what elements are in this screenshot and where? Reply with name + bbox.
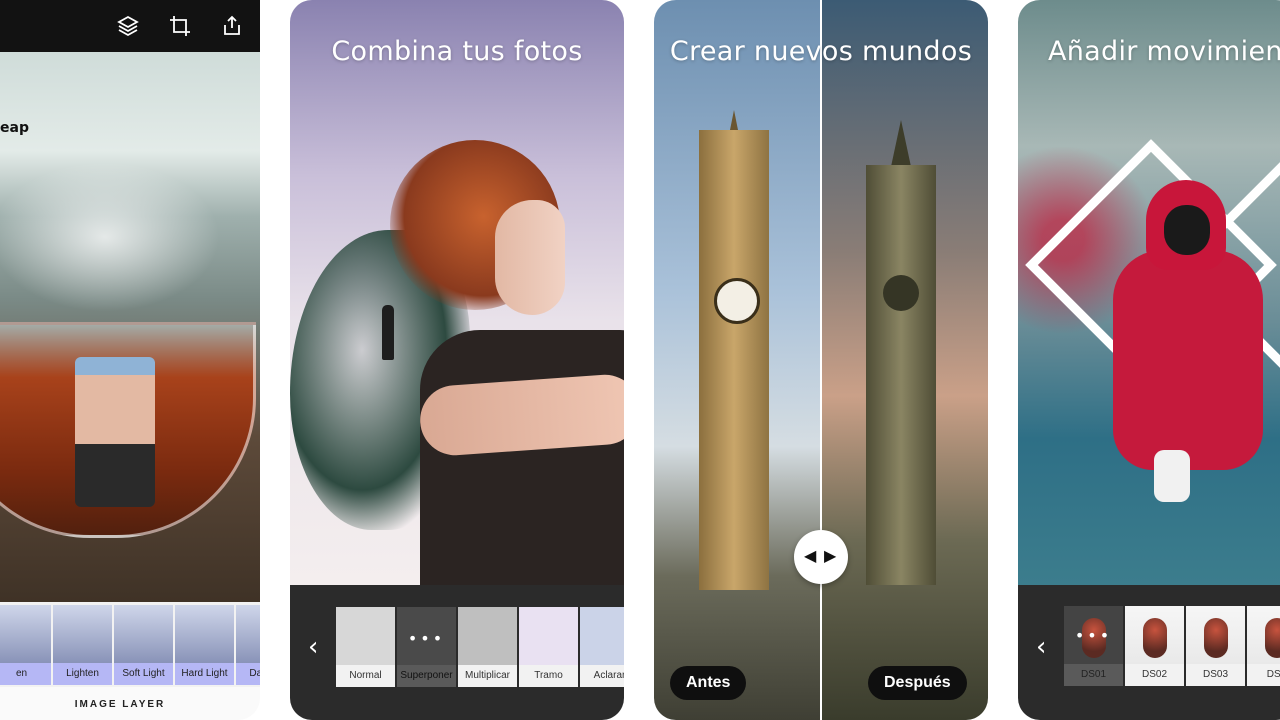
header-text: eap (0, 120, 29, 136)
blend-mode-item[interactable]: Soft Light (114, 605, 173, 685)
photo-canvas[interactable]: eap (0, 52, 260, 602)
screenshot-card-layers: eap en Lighten Soft Light Hard Light Dar… (0, 0, 260, 720)
screenshot-card-before-after: ◀ ▶ Crear nuevos mundos Antes Después (654, 0, 988, 720)
blend-mode-item[interactable]: Normal (336, 607, 395, 687)
before-label: Antes (670, 666, 747, 700)
card-title: Crear nuevos mundos (669, 36, 973, 67)
woman-face-image (495, 200, 565, 315)
clock-face-image (714, 278, 760, 324)
blend-mode-item[interactable]: Darken (236, 605, 260, 685)
image-layer-label: IMAGE LAYER (74, 699, 166, 710)
blend-mode-item[interactable]: Lighten (53, 605, 112, 685)
comparison-divider[interactable] (820, 0, 822, 720)
blend-mode-list: Normal ••• Superponer Multiplicar Tramo A… (336, 607, 624, 687)
effect-item[interactable]: DS03 (1186, 606, 1245, 686)
sneaker-image (1154, 450, 1190, 502)
card-title: Añadir movimien (1048, 36, 1280, 67)
bottom-bar: IMAGE LAYER (0, 687, 260, 720)
effect-item[interactable]: DS0 (1247, 606, 1280, 686)
person-in-cup-image (75, 357, 155, 507)
screenshot-card-motion: Añadir movimien ‹ •••DS01 DS02 DS03 DS0 (1018, 0, 1280, 720)
screenshot-card-combine: Combina tus fotos ‹ Normal ••• Superponer… (290, 0, 624, 720)
chevron-left-icon[interactable]: ‹ (1036, 632, 1046, 662)
clock-face-ruined-image (883, 275, 919, 311)
clock-tower-after-image (866, 165, 936, 585)
effect-item-selected[interactable]: ••• DS01 (1064, 606, 1123, 686)
clock-tower-before-image (699, 130, 769, 590)
steam-image (0, 162, 220, 312)
blend-mode-item[interactable]: Hard Light (175, 605, 234, 685)
layers-icon[interactable] (116, 14, 140, 38)
blend-mode-item[interactable]: Tramo (519, 607, 578, 687)
comparison-slider-handle[interactable]: ◀ ▶ (794, 530, 848, 584)
blend-mode-item[interactable]: Aclarar (580, 607, 624, 687)
top-toolbar (0, 0, 260, 52)
woman-arm-image (417, 372, 624, 458)
options-glyph: ••• (407, 629, 446, 648)
options-glyph: ••• (1074, 626, 1113, 645)
blend-mode-item[interactable]: en (0, 605, 51, 685)
after-label: Después (868, 666, 967, 700)
blend-mode-item-selected[interactable]: ••• Superponer (397, 607, 456, 687)
crop-icon[interactable] (168, 14, 192, 38)
card-title: Combina tus fotos (331, 36, 583, 67)
effects-list: •••DS01 DS02 DS03 DS0 (1064, 606, 1280, 686)
woman-body-image (420, 330, 624, 585)
share-icon[interactable] (220, 14, 244, 38)
walking-person-image (382, 305, 394, 360)
arrow-right-icon: ▶ (824, 546, 837, 565)
chevron-left-icon[interactable]: ‹ (308, 632, 318, 662)
blend-mode-item[interactable]: Multiplicar (458, 607, 517, 687)
hood-shadow-image (1164, 205, 1210, 255)
hoodie-person-image (1113, 250, 1263, 470)
arrow-left-icon: ◀ (804, 546, 817, 565)
blend-mode-list: en Lighten Soft Light Hard Light Darken (0, 605, 260, 685)
effect-item[interactable]: DS02 (1125, 606, 1184, 686)
